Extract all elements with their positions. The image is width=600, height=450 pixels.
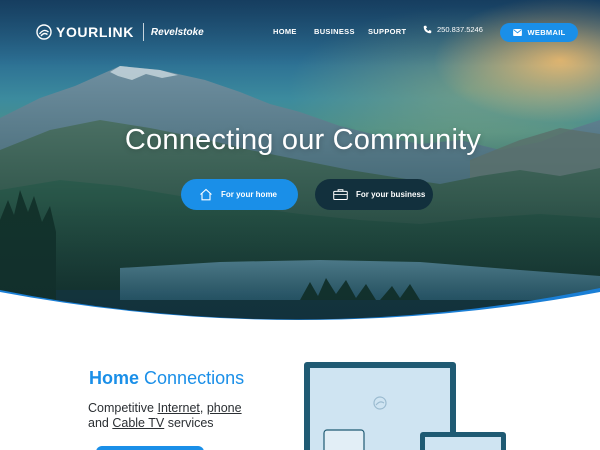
connections-title: Home Connections [89, 368, 244, 389]
internet-link[interactable]: Internet [157, 401, 199, 415]
webmail-label: WEBMAIL [527, 28, 566, 37]
webmail-button[interactable]: WEBMAIL [500, 23, 578, 42]
description-prefix: Competitive [88, 401, 158, 415]
nav-support-link[interactable]: SUPPORT [368, 27, 406, 36]
mail-icon [512, 29, 522, 36]
phone-number: 250.837.5246 [437, 25, 483, 34]
top-navigation: YOURLINK Revelstoke HOME BUSINESS SUPPOR… [0, 0, 600, 64]
description-and: and [88, 416, 113, 430]
home-cta-button[interactable]: For your home [181, 179, 298, 210]
description-suffix: services [164, 416, 214, 430]
nav-business-link[interactable]: BUSINESS [314, 27, 355, 36]
connections-button[interactable] [96, 446, 204, 450]
brand-name: YOURLINK [56, 24, 134, 40]
house-icon [199, 188, 213, 201]
phone-icon [423, 25, 432, 34]
wifi-logo-icon [36, 24, 52, 40]
brand-city: Revelstoke [150, 26, 204, 38]
connections-title-strong: Home [89, 368, 140, 388]
briefcase-icon [333, 189, 348, 200]
phone-link[interactable]: 250.837.5246 [423, 25, 483, 34]
business-cta-button[interactable]: For your business [315, 179, 433, 210]
home-cta-label: For your home [221, 190, 278, 199]
logo-divider [142, 23, 144, 41]
wave-divider [0, 288, 600, 350]
connections-description: Competitive Internet, phone and Cable TV… [88, 401, 288, 431]
logo[interactable]: YOURLINK Revelstoke [36, 20, 204, 44]
phone-service-link[interactable]: phone [207, 401, 242, 415]
cable-tv-link[interactable]: Cable TV [112, 416, 164, 430]
devices-illustration [304, 362, 506, 450]
description-comma: , [199, 401, 207, 415]
business-cta-label: For your business [356, 190, 426, 199]
nav-home-link[interactable]: HOME [273, 27, 297, 36]
connections-title-rest: Connections [144, 368, 245, 388]
hero-title: Connecting our Community [124, 124, 482, 156]
